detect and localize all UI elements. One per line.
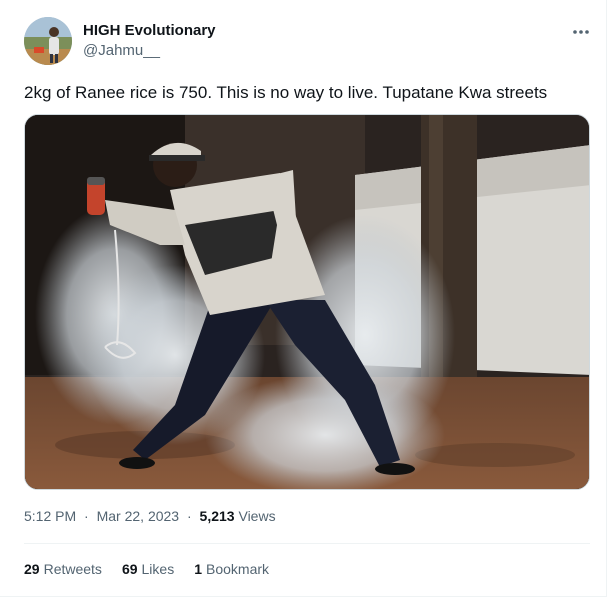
bookmarks-stat[interactable]: 1 Bookmark: [194, 561, 269, 577]
divider: [24, 543, 590, 544]
likes-label: Likes: [141, 561, 175, 577]
tweet-meta: 5:12 PM · Mar 22, 2023 · 5,213 Views: [24, 508, 276, 524]
author-handle[interactable]: @Jahmu__: [83, 42, 160, 59]
divider-bottom: [24, 596, 590, 597]
retweets-count: 29: [24, 561, 40, 577]
more-dots-icon: [573, 30, 589, 34]
retweets-stat[interactable]: 29 Retweets: [24, 561, 102, 577]
bookmarks-count: 1: [194, 561, 202, 577]
tweet-text: 2kg of Ranee rice is 750. This is no way…: [24, 83, 548, 102]
tweet-date[interactable]: Mar 22, 2023: [97, 508, 180, 524]
tweet-card: HIGH Evolutionary @Jahmu__ 2kg of Ranee …: [0, 0, 607, 597]
likes-stat[interactable]: 69 Likes: [122, 561, 174, 577]
photo-image: [25, 115, 589, 489]
meta-separator-2: ·: [186, 508, 192, 524]
engagement-stats: 29 Retweets 69 Likes 1 Bookmark: [24, 561, 269, 577]
retweets-label: Retweets: [43, 561, 102, 577]
views-label: Views: [238, 508, 276, 524]
avatar[interactable]: [24, 17, 72, 65]
more-options-button[interactable]: [564, 18, 598, 46]
tweet-photo[interactable]: [24, 114, 590, 490]
likes-count: 69: [121, 561, 138, 577]
views-count: 5,213: [199, 508, 235, 524]
bookmarks-label: Bookmark: [206, 561, 270, 577]
author-name[interactable]: HIGH Evolutionary: [83, 22, 216, 39]
tweet-time[interactable]: 5:12 PM: [24, 508, 76, 524]
avatar-image: [24, 17, 72, 65]
meta-separator: ·: [84, 508, 89, 524]
